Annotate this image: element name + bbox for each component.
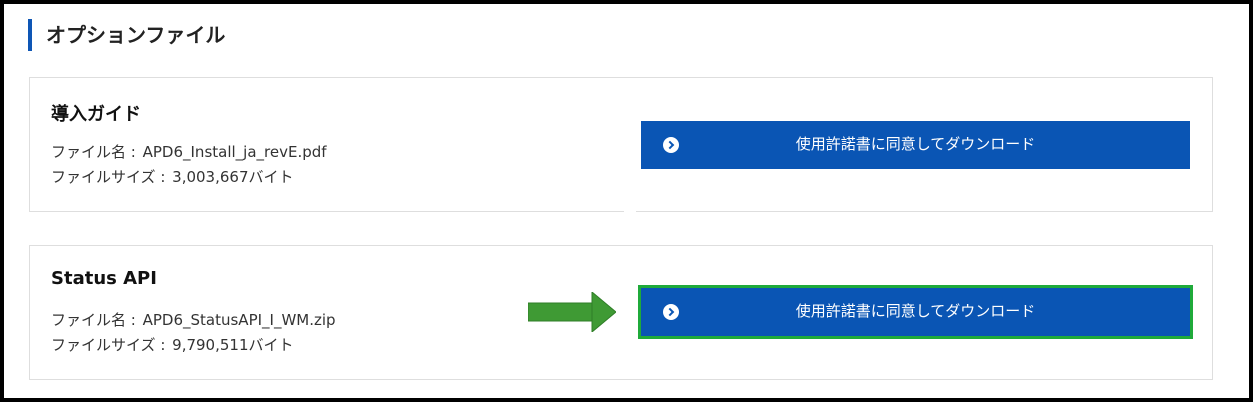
file-card-install-guide: 導入ガイド ファイル名 : APD6_Install_ja_revE.pdf フ… xyxy=(29,77,1213,212)
file-name-label: ファイル名 : xyxy=(51,143,136,161)
file-title: 導入ガイド xyxy=(51,104,141,125)
green-arrow-icon xyxy=(528,292,616,332)
file-title: Status API xyxy=(51,268,157,289)
file-name-value: APD6_Install_ja_revE.pdf xyxy=(142,143,327,161)
file-name-value: APD6_StatusAPI_I_WM.zip xyxy=(142,311,336,329)
file-name-row: ファイル名 : APD6_Install_ja_revE.pdf xyxy=(51,141,327,162)
agree-download-button-highlighted[interactable]: 使用許諾書に同意してダウンロード xyxy=(638,285,1193,339)
card-border-gap xyxy=(624,200,636,216)
file-size-value: 9,790,511バイト xyxy=(172,336,294,354)
file-name-row: ファイル名 : APD6_StatusAPI_I_WM.zip xyxy=(51,309,336,330)
file-size-row: ファイルサイズ : 9,790,511バイト xyxy=(51,334,294,355)
download-button-label: 使用許諾書に同意してダウンロード xyxy=(795,302,1036,320)
file-size-row: ファイルサイズ : 3,003,667バイト xyxy=(51,166,294,187)
download-button-label: 使用許諾書に同意してダウンロード xyxy=(795,135,1036,153)
file-size-label: ファイルサイズ : xyxy=(51,336,166,354)
file-size-label: ファイルサイズ : xyxy=(51,168,166,186)
screenshot-frame: オプションファイル 導入ガイド ファイル名 : APD6_Install_ja_… xyxy=(0,0,1253,402)
section-title: オプションファイル xyxy=(28,19,225,51)
agree-download-button[interactable]: 使用許諾書に同意してダウンロード xyxy=(641,121,1190,169)
file-name-label: ファイル名 : xyxy=(51,311,136,329)
file-size-value: 3,003,667バイト xyxy=(172,168,294,186)
file-card-status-api: Status API ファイル名 : APD6_StatusAPI_I_WM.z… xyxy=(29,245,1213,380)
